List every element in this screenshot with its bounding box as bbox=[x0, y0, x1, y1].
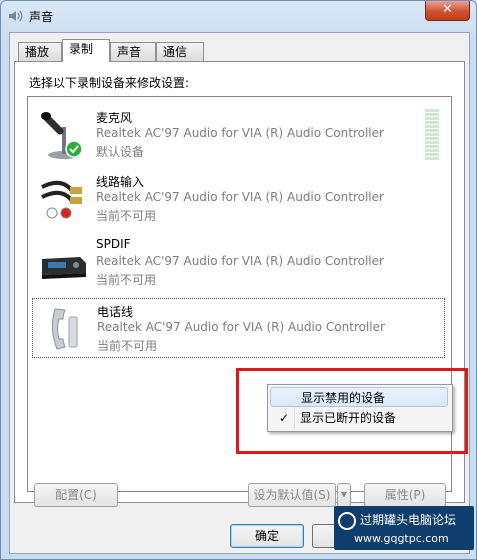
tab-communications[interactable]: 通信 bbox=[156, 42, 204, 61]
set-default-dropdown-button[interactable]: ▼ bbox=[337, 483, 351, 507]
device-driver: Realtek AC'97 Audio for VIA (R) Audio Co… bbox=[96, 190, 384, 204]
menu-item-show-disabled-devices[interactable]: 显示禁用的设备 bbox=[270, 387, 448, 407]
ok-label: 确定 bbox=[254, 529, 279, 543]
forum-logo-icon bbox=[338, 512, 356, 530]
device-name: 麦克风 bbox=[96, 111, 133, 125]
device-list-prompt: 选择以下录制设备来修改设置: bbox=[29, 76, 190, 90]
watermark-url: www.gqgtpc.com bbox=[354, 532, 449, 545]
device-name: 电话线 bbox=[97, 305, 134, 319]
properties-button[interactable]: 属性(P) bbox=[364, 483, 446, 507]
device-list-context-menu: 显示禁用的设备 ✓ 显示已断开的设备 bbox=[267, 384, 453, 432]
device-name: 线路输入 bbox=[96, 175, 145, 189]
speaker-icon bbox=[9, 10, 23, 22]
telephone-handset-icon bbox=[51, 308, 78, 350]
device-name: SPDIF bbox=[96, 237, 131, 251]
recording-device-list[interactable]: 麦克风 Realtek AC'97 Audio for VIA (R) Audi… bbox=[27, 96, 452, 492]
sound-dialog: 声音 ✕ 播放 录制 声音 通信 选择以下录制设备来修改设置: 麦克风 Real… bbox=[0, 0, 477, 560]
title-bar[interactable]: 声音 ✕ bbox=[1, 1, 476, 31]
device-status: 当前不可用 bbox=[97, 339, 158, 353]
tab-sounds[interactable]: 声音 bbox=[110, 42, 156, 61]
close-button[interactable]: ✕ bbox=[425, 1, 470, 21]
device-item-microphone[interactable]: 麦克风 Realtek AC'97 Audio for VIA (R) Audi… bbox=[32, 105, 445, 165]
forum-watermark: 过期罐头电脑论坛 www.gqgtpc.com bbox=[334, 506, 474, 550]
device-item-telephone-line[interactable]: 电话线 Realtek AC'97 Audio for VIA (R) Audi… bbox=[32, 298, 445, 358]
set-default-button[interactable]: 设为默认值(S) bbox=[248, 483, 336, 507]
tab-label: 通信 bbox=[163, 45, 188, 59]
checkmark-icon: ✓ bbox=[279, 411, 290, 425]
microphone-icon bbox=[41, 112, 83, 159]
device-item-line-in[interactable]: 线路输入 Realtek AC'97 Audio for VIA (R) Aud… bbox=[32, 169, 445, 229]
device-status: 当前不可用 bbox=[96, 273, 157, 287]
device-driver: Realtek AC'97 Audio for VIA (R) Audio Co… bbox=[97, 320, 385, 334]
watermark-title: 过期罐头电脑论坛 bbox=[360, 513, 457, 527]
device-driver: Realtek AC'97 Audio for VIA (R) Audio Co… bbox=[96, 254, 384, 268]
tab-label: 录制 bbox=[69, 42, 94, 56]
properties-label: 属性(P) bbox=[384, 488, 426, 502]
tab-recording[interactable]: 录制 bbox=[62, 39, 110, 62]
configure-button[interactable]: 配置(C) bbox=[34, 483, 118, 507]
tab-label: 声音 bbox=[117, 45, 142, 59]
chevron-down-icon: ▼ bbox=[340, 490, 348, 499]
device-item-spdif[interactable]: SPDIF Realtek AC'97 Audio for VIA (R) Au… bbox=[32, 233, 445, 293]
configure-label: 配置(C) bbox=[55, 488, 97, 502]
tab-playback[interactable]: 播放 bbox=[18, 42, 62, 61]
dialog-client-area: 播放 录制 声音 通信 选择以下录制设备来修改设置: 麦克风 Realtek A… bbox=[9, 32, 470, 554]
device-status: 当前不可用 bbox=[96, 209, 157, 223]
menu-item-show-disconnected-devices[interactable]: ✓ 显示已断开的设备 bbox=[270, 408, 448, 428]
menu-item-label: 显示已断开的设备 bbox=[300, 411, 397, 425]
device-driver: Realtek AC'97 Audio for VIA (R) Audio Co… bbox=[96, 126, 384, 140]
ok-button[interactable]: 确定 bbox=[230, 524, 304, 548]
menu-item-label: 显示禁用的设备 bbox=[301, 391, 386, 405]
line-in-cable-icon bbox=[41, 180, 82, 219]
tab-label: 播放 bbox=[25, 45, 50, 59]
level-meter bbox=[425, 109, 439, 163]
set-default-label: 设为默认值(S) bbox=[253, 488, 331, 502]
close-icon: ✕ bbox=[442, 2, 453, 17]
spdif-device-icon bbox=[42, 257, 86, 279]
device-status: 默认设备 bbox=[96, 145, 145, 159]
window-title: 声音 bbox=[29, 10, 54, 24]
recording-tab-panel: 选择以下录制设备来修改设置: 麦克风 Realtek AC'97 Audio f… bbox=[14, 61, 465, 503]
